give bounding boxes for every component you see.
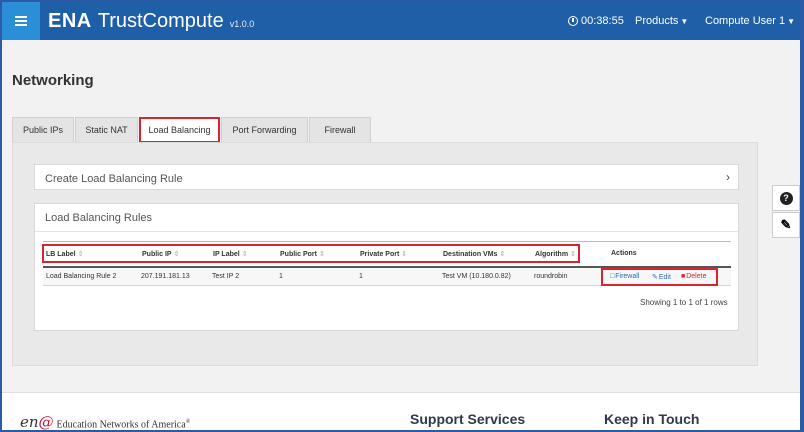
divider <box>35 231 738 232</box>
top-navigation-bar: ENA TrustCompute v1.0.0 00:38:55 Product… <box>2 2 800 40</box>
version-label: v1.0.0 <box>229 19 255 29</box>
tab-label: Load Balancing <box>148 125 211 135</box>
help-button[interactable]: ? <box>772 185 800 211</box>
tab-public-ips[interactable]: Public IPs <box>12 117 74 143</box>
brand-logo[interactable]: ENA TrustCompute v1.0.0 <box>48 10 254 33</box>
header-highlight-box <box>42 244 580 263</box>
tab-label: Static NAT <box>85 125 128 135</box>
menu-button[interactable] <box>2 2 40 40</box>
trademark-symbol: ® <box>185 418 191 425</box>
create-rule-panel[interactable]: Create Load Balancing Rule › <box>34 164 739 190</box>
logo-text: Education Networks of America® <box>57 419 191 430</box>
ena-logo[interactable]: en@ Education Networks of America® <box>20 413 190 430</box>
app-window: ENA TrustCompute v1.0.0 00:38:55 Product… <box>2 2 800 430</box>
hamburger-icon <box>15 16 27 26</box>
networking-tabs: Public IPs Static NAT Load Balancing Por… <box>12 117 372 143</box>
footer: en@ Education Networks of America® Suppo… <box>2 392 800 430</box>
logo-mark: en@ <box>20 413 54 430</box>
edit-note-icon: ✎ <box>780 217 792 232</box>
timer-value: 00:38:55 <box>581 15 624 27</box>
logo-text-value: Education Networks of America <box>56 419 186 430</box>
clock-icon <box>568 16 578 26</box>
column-header: Actions <box>611 250 637 257</box>
support-services-heading: Support Services <box>410 411 526 427</box>
tab-load-balancing[interactable]: Load Balancing <box>139 117 220 143</box>
question-icon: ? <box>779 191 793 205</box>
logo-at-symbol: @ <box>38 413 54 430</box>
chevron-down-icon: ▼ <box>680 17 689 26</box>
tab-static-nat[interactable]: Static NAT <box>75 117 138 143</box>
user-menu[interactable]: Compute User 1 ▼ <box>705 15 795 27</box>
tab-firewall[interactable]: Firewall <box>309 117 371 143</box>
divider <box>43 241 731 242</box>
cell-destination-vms: Test VM (10.180.0.82) <box>442 273 511 280</box>
create-rule-label: Create Load Balancing Rule <box>45 173 183 185</box>
chevron-right-icon: › <box>726 170 730 184</box>
cell-public-ip: 207.191.181.13 <box>141 273 190 280</box>
pagination-summary: Showing 1 to 1 of 1 rows <box>640 298 728 307</box>
cell-ip-label: Test IP 2 <box>212 273 240 280</box>
cell-public-port: 1 <box>279 273 283 280</box>
products-label: Products <box>635 15 679 27</box>
feedback-button[interactable]: ✎ <box>772 212 800 238</box>
keep-in-touch-heading: Keep in Touch <box>604 411 700 427</box>
cell-lb-label: Load Balancing Rule 2 <box>46 273 117 280</box>
tab-label: Public IPs <box>22 125 64 135</box>
tab-label: Firewall <box>324 125 356 135</box>
session-timer: 00:38:55 <box>568 15 624 27</box>
col-actions: Actions <box>611 250 637 257</box>
tab-port-forwarding[interactable]: Port Forwarding <box>221 117 308 143</box>
brand-short: ENA <box>48 10 92 32</box>
rules-panel-title: Load Balancing Rules <box>45 212 153 224</box>
cell-algorithm: roundrobin <box>534 273 568 280</box>
products-menu[interactable]: Products ▼ <box>635 15 688 27</box>
tab-label: Port Forwarding <box>232 125 297 135</box>
cell-private-port: 1 <box>359 273 363 280</box>
chevron-down-icon: ▼ <box>787 17 796 26</box>
page-title: Networking <box>12 72 94 89</box>
user-label: Compute User 1 <box>705 15 786 27</box>
brand-name: TrustCompute <box>97 10 224 32</box>
actions-highlight-box <box>601 268 718 286</box>
logo-letters: en <box>20 413 39 430</box>
